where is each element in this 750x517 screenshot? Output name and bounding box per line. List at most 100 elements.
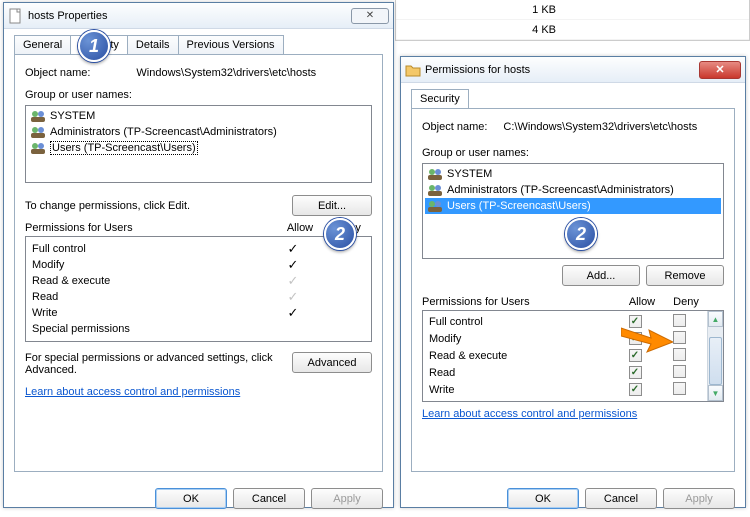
perm-row: Read: [429, 364, 701, 381]
perm-header: Permissions for Users: [422, 296, 620, 308]
object-path: C:\Windows\System32\drivers\etc\hosts: [503, 121, 697, 133]
list-item[interactable]: Users (TP-Screencast\Users): [425, 198, 721, 214]
list-item-system[interactable]: SYSTEM: [28, 108, 369, 124]
help-link[interactable]: Learn about access control and permissio…: [422, 408, 637, 420]
list-item[interactable]: SYSTEM: [425, 166, 721, 182]
perm-name: Write: [429, 384, 613, 396]
permissions-window: Permissions for hosts ✕ Security Object …: [400, 56, 746, 508]
cancel-button[interactable]: Cancel: [233, 488, 305, 509]
titlebar[interactable]: hosts Properties ✕: [4, 3, 393, 29]
allow-checkbox[interactable]: [629, 366, 642, 379]
perm-row: Full control✓: [32, 241, 365, 257]
help-link[interactable]: Learn about access control and permissio…: [25, 386, 240, 398]
file-size: 4 KB: [496, 24, 556, 36]
list-item-label: Administrators (TP-Screencast\Administra…: [50, 126, 277, 138]
allow-cell: ✓: [269, 290, 317, 304]
dialog-buttons: OK Cancel Apply: [401, 480, 745, 517]
advanced-button[interactable]: Advanced: [292, 352, 372, 373]
perm-row: Read✓: [32, 289, 365, 305]
deny-checkbox[interactable]: [673, 382, 686, 395]
perm-row: Special permissions: [32, 321, 365, 337]
annotation-badge-2a: 2: [324, 218, 356, 250]
perm-row: Write✓: [32, 305, 365, 321]
object-path: Windows\System32\drivers\etc\hosts: [136, 67, 316, 79]
perm-name: Read: [32, 291, 269, 303]
group-icon: [30, 125, 46, 139]
group-label: Group or user names:: [25, 89, 132, 101]
file-icon: [8, 8, 24, 24]
window-title: hosts Properties: [28, 10, 351, 22]
permissions-editable-list: Full control Modify Read & execute Read Writ…: [422, 310, 724, 402]
perm-name: Read & execute: [32, 275, 269, 287]
cancel-button[interactable]: Cancel: [585, 488, 657, 509]
permissions-readonly-list: Full control✓Modify✓Read & execute✓Read✓…: [25, 236, 372, 342]
perm-name: Full control: [429, 316, 613, 328]
scroll-up-button[interactable]: ▲: [708, 311, 723, 327]
perm-name: Modify: [32, 259, 269, 271]
window-title: Permissions for hosts: [425, 64, 699, 76]
folder-icon: [405, 62, 421, 78]
group-listbox[interactable]: SYSTEM Administrators (TP-Screencast\Adm…: [25, 105, 372, 183]
list-item-admins[interactable]: Administrators (TP-Screencast\Administra…: [28, 124, 369, 140]
allow-cell: ✓: [269, 274, 317, 288]
add-button[interactable]: Add...: [562, 265, 640, 286]
edit-hint: To change permissions, click Edit.: [25, 200, 292, 212]
tab-previous-versions[interactable]: Previous Versions: [178, 35, 284, 55]
allow-cell: ✓: [269, 242, 317, 256]
annotation-badge-1: 1: [78, 30, 110, 62]
perm-row: Read & execute✓: [32, 273, 365, 289]
group-icon: [30, 109, 46, 123]
tab-details[interactable]: Details: [127, 35, 179, 55]
list-item-label: Administrators (TP-Screencast\Administra…: [447, 184, 674, 196]
perm-name: Full control: [32, 243, 269, 255]
col-deny: Deny: [664, 296, 708, 308]
group-icon: [427, 183, 443, 197]
perm-name: Read & execute: [429, 350, 613, 362]
perm-row: Modify✓: [32, 257, 365, 273]
object-name-label: Object name:: [25, 67, 90, 79]
close-button[interactable]: ✕: [699, 61, 741, 79]
deny-checkbox[interactable]: [673, 314, 686, 327]
tab-security[interactable]: Security: [411, 89, 469, 109]
perm-name: Read: [429, 367, 613, 379]
perm-name: Special permissions: [32, 323, 269, 335]
close-button[interactable]: ✕: [351, 8, 389, 24]
allow-cell: ✓: [269, 306, 317, 320]
tab-strip: General Security Details Previous Versio…: [14, 35, 383, 55]
list-item-label: SYSTEM: [50, 110, 95, 122]
list-item[interactable]: Administrators (TP-Screencast\Administra…: [425, 182, 721, 198]
object-name-label: Object name:: [422, 121, 487, 133]
file-size: 1 KB: [496, 4, 556, 16]
scroll-down-button[interactable]: ▼: [708, 385, 723, 401]
col-allow: Allow: [276, 222, 324, 234]
perm-header: Permissions for Users: [25, 222, 276, 234]
list-item-label: Users (TP-Screencast\Users): [447, 200, 591, 212]
perm-name: Modify: [429, 333, 613, 345]
apply-button[interactable]: Apply: [311, 488, 383, 509]
deny-checkbox[interactable]: [673, 365, 686, 378]
ok-button[interactable]: OK: [507, 488, 579, 509]
titlebar[interactable]: Permissions for hosts ✕: [401, 57, 745, 83]
deny-checkbox[interactable]: [673, 331, 686, 344]
apply-button[interactable]: Apply: [663, 488, 735, 509]
list-item-label: SYSTEM: [447, 168, 492, 180]
properties-window: hosts Properties ✕ General Security Deta…: [3, 2, 394, 508]
perm-name: Write: [32, 307, 269, 319]
perm-row: Write: [429, 381, 701, 398]
scroll-thumb[interactable]: [709, 337, 722, 385]
allow-checkbox[interactable]: [629, 383, 642, 396]
allow-cell: ✓: [269, 258, 317, 272]
scrollbar[interactable]: ▲ ▼: [707, 311, 723, 401]
ok-button[interactable]: OK: [155, 488, 227, 509]
remove-button[interactable]: Remove: [646, 265, 724, 286]
list-item-label: Users (TP-Screencast\Users): [50, 141, 198, 155]
group-icon: [427, 167, 443, 181]
group-label: Group or user names:: [422, 147, 529, 159]
group-icon: [30, 141, 46, 155]
deny-checkbox[interactable]: [673, 348, 686, 361]
annotation-arrow: [621, 324, 673, 354]
tab-general[interactable]: General: [14, 35, 71, 55]
list-item-users[interactable]: Users (TP-Screencast\Users): [28, 140, 369, 156]
edit-button[interactable]: Edit...: [292, 195, 372, 216]
col-allow: Allow: [620, 296, 664, 308]
